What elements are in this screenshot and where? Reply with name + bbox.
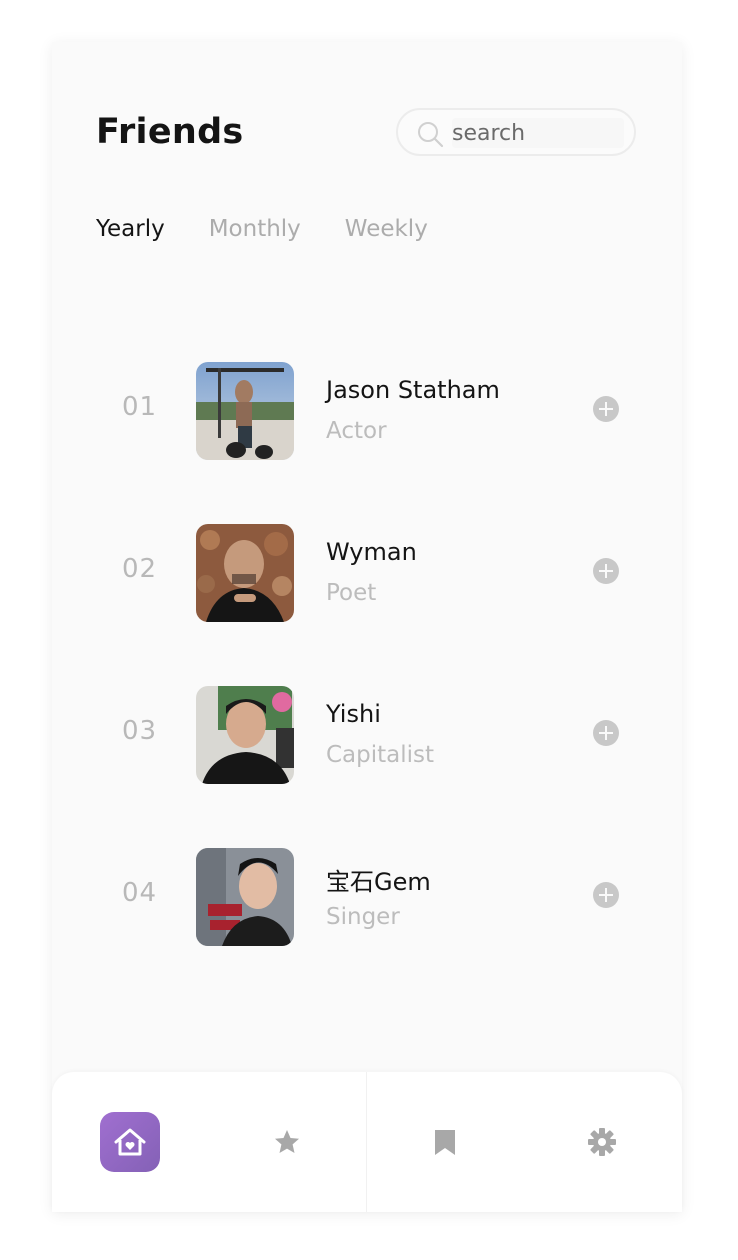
tab-weekly[interactable]: Weekly <box>345 216 428 242</box>
rank-number: 02 <box>122 554 158 584</box>
list-item[interactable]: 01 Jason Statham Actor <box>52 362 682 524</box>
avatar[interactable] <box>196 686 294 784</box>
add-friend-icon[interactable] <box>593 720 619 746</box>
friend-role: Capitalist <box>326 742 435 768</box>
add-friend-icon[interactable] <box>593 558 619 584</box>
nav-home-button[interactable] <box>100 1112 160 1172</box>
rank-number: 01 <box>122 392 158 422</box>
nav-bookmarks-button[interactable] <box>415 1112 475 1172</box>
add-friend-icon[interactable] <box>593 882 619 908</box>
friend-name: Wyman <box>326 538 417 566</box>
friend-role: Poet <box>326 580 377 606</box>
avatar[interactable] <box>196 362 294 460</box>
rank-number: 04 <box>122 878 158 908</box>
tab-yearly[interactable]: Yearly <box>96 216 165 242</box>
search-input[interactable] <box>452 118 624 148</box>
list-item[interactable]: 04 宝石Gem Singer <box>52 848 682 1010</box>
home-heart-icon <box>114 1128 146 1156</box>
nav-favorites-button[interactable] <box>257 1112 317 1172</box>
add-friend-icon[interactable] <box>593 396 619 422</box>
search-box[interactable] <box>396 108 636 156</box>
search-icon <box>418 122 444 148</box>
app-screen: Friends Yearly Monthly Weekly 01 <box>52 42 682 1212</box>
nav-settings-button[interactable] <box>572 1112 632 1172</box>
bookmark-icon <box>435 1130 455 1155</box>
period-tabs: Yearly Monthly Weekly <box>96 216 428 242</box>
friend-name: Jason Statham <box>326 376 500 404</box>
friend-role: Actor <box>326 418 387 444</box>
star-icon <box>275 1130 299 1153</box>
friend-name: 宝石Gem <box>326 868 431 896</box>
tab-monthly[interactable]: Monthly <box>209 216 301 242</box>
list-item[interactable]: 03 Yishi Capitalist <box>52 686 682 848</box>
avatar[interactable] <box>196 848 294 946</box>
nav-divider <box>366 1072 367 1212</box>
friends-list: 01 Jason Statham Actor 02 Wyman Poet 03 … <box>52 362 682 1010</box>
gear-icon <box>588 1128 616 1156</box>
page-title: Friends <box>96 112 244 152</box>
avatar[interactable] <box>196 524 294 622</box>
friend-role: Singer <box>326 904 400 930</box>
list-item[interactable]: 02 Wyman Poet <box>52 524 682 686</box>
rank-number: 03 <box>122 716 158 746</box>
friend-name: Yishi <box>326 700 381 728</box>
bottom-nav <box>52 1072 682 1212</box>
